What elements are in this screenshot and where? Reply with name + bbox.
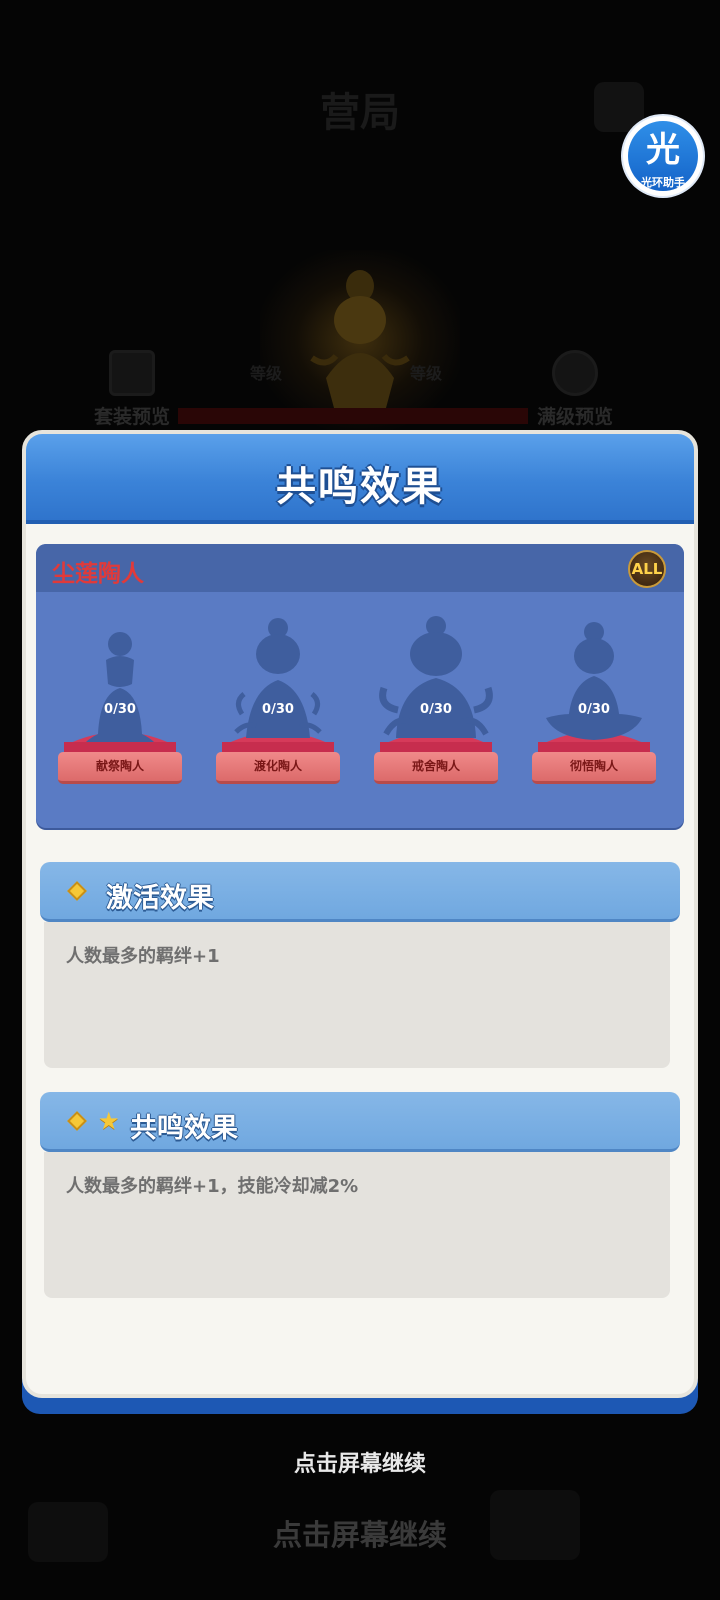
assistant-floating-button[interactable]: 光 光环助手 (623, 116, 703, 196)
figure-name-plate: 戒舍陶人 (374, 752, 498, 784)
figure-silhouette-icon (64, 632, 176, 754)
max-level-preview-button: 满级预览 (525, 350, 625, 429)
figure-slot[interactable]: 0/30 献祭陶人 (58, 614, 182, 784)
figure-silhouette-icon (538, 622, 650, 754)
background-title: 营局 (320, 90, 400, 136)
background-level-left: 等级 (250, 364, 283, 383)
figure-name-plate: 献祭陶人 (58, 752, 182, 784)
panel-title: 共鸣效果 (276, 464, 444, 510)
all-button[interactable]: ALL (628, 550, 666, 588)
panel-header: 共鸣效果 (26, 434, 694, 524)
resonance-panel: 共鸣效果 尘莲陶人 ALL 0/30 献祭陶人 0/30 渡化陶人 0/30 戒… (22, 430, 698, 1398)
resonance-effect-title: 共鸣效果 (130, 1113, 238, 1144)
activation-effect-title: 激活效果 (106, 883, 214, 914)
collection-header: 尘莲陶人 ALL (36, 544, 684, 592)
star-icon: ★ (98, 1107, 120, 1135)
figure-count: 0/30 (262, 702, 294, 717)
figure-name-plate: 彻悟陶人 (532, 752, 656, 784)
figure-name-plate: 渡化陶人 (216, 752, 340, 784)
diamond-icon (67, 881, 87, 901)
activation-effect-header: 激活效果 (40, 862, 680, 922)
resonance-effect-header: ★ 共鸣效果 (40, 1092, 680, 1152)
activation-effect-body: 人数最多的羁绊+1 (44, 922, 670, 1068)
figure-slot[interactable]: 0/30 戒舍陶人 (374, 614, 498, 784)
tap-to-continue-prompt[interactable]: 点击屏幕继续 (0, 1446, 720, 1478)
figure-slot[interactable]: 0/30 渡化陶人 (216, 614, 340, 784)
background-continue-echo: 点击屏幕继续 (272, 1518, 447, 1552)
activation-effect-text: 人数最多的羁绊+1 (66, 946, 220, 967)
background-idol-figure (310, 270, 410, 408)
background-red-bar (178, 408, 528, 424)
figure-count: 0/30 (420, 702, 452, 717)
figure-silhouette-icon (379, 616, 493, 754)
assistant-label: 光环助手 (641, 176, 685, 189)
resonance-effect-text: 人数最多的羁绊+1，技能冷却减2% (66, 1176, 359, 1197)
figure-count: 0/30 (104, 702, 136, 717)
max-level-preview-label: 满级预览 (536, 406, 613, 428)
suit-preview-button: 套装预览 (82, 350, 182, 429)
background-level-right: 等级 (410, 364, 443, 383)
assistant-glyph: 光 (646, 130, 680, 170)
resonance-effect-body: 人数最多的羁绊+1，技能冷却减2% (44, 1152, 670, 1298)
diamond-icon (67, 1111, 87, 1131)
figure-silhouette-icon (222, 618, 334, 754)
collection-card: 尘莲陶人 ALL 0/30 献祭陶人 0/30 渡化陶人 0/30 戒舍陶人 0… (36, 544, 684, 828)
figure-count: 0/30 (578, 702, 610, 717)
figure-slot[interactable]: 0/30 彻悟陶人 (532, 614, 656, 784)
suit-preview-label: 套装预览 (93, 406, 170, 428)
collection-name: 尘莲陶人 (52, 561, 144, 587)
max-level-preview-icon (552, 350, 598, 396)
suit-preview-icon (109, 350, 155, 396)
